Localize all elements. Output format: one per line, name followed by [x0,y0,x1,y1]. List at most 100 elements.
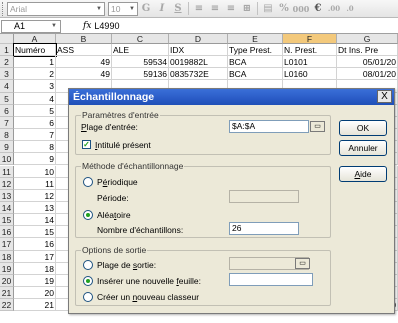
input-range-field[interactable]: $A:$A [229,120,309,133]
align-center-icon[interactable]: ≡ [207,3,223,14]
row-header[interactable]: 15 [0,214,14,227]
table-cell[interactable]: 18 [14,262,56,275]
dialog-title-bar[interactable]: Échantillonnage X [69,89,394,105]
thousands-button[interactable]: 000 [292,4,310,14]
bold-button[interactable]: G [138,3,154,14]
table-cell[interactable]: 4 [14,92,56,105]
ok-button[interactable]: OK [339,120,387,136]
period-field[interactable] [229,190,299,203]
column-header[interactable]: E [228,34,283,44]
table-cell[interactable]: 11 [14,177,56,190]
table-cell[interactable]: 2 [14,68,56,81]
row-header[interactable]: 14 [0,201,14,215]
table-cell[interactable]: 21 [14,299,56,312]
select-all-corner[interactable] [0,34,14,44]
table-cell[interactable]: 49 [56,56,112,69]
row-header[interactable]: 21 [0,287,14,300]
table-cell[interactable]: 16 [14,238,56,251]
table-cell[interactable]: 12 [14,189,56,202]
table-cell[interactable]: N. Prest. [283,44,337,57]
currency-icon[interactable]: ▤ [260,3,276,14]
column-header[interactable]: G [337,34,398,44]
row-header[interactable]: 3 [0,68,14,81]
output-range-radio[interactable] [83,260,93,270]
font-name-select[interactable]: Arial ▼ [7,1,105,16]
row-header[interactable]: 17 [0,238,14,251]
labels-checkbox[interactable]: ✓ [82,140,91,149]
collapse-dialog-icon[interactable]: ▭ [295,258,310,269]
table-cell[interactable]: Dt Ins. Pre [337,44,398,57]
table-cell[interactable]: BCA [228,68,283,81]
table-cell[interactable]: 20 [14,287,56,300]
table-cell[interactable]: Type Prest. [228,44,283,57]
help-button[interactable]: Aide [339,166,387,182]
table-cell[interactable]: 0835732E [169,68,228,81]
decrease-decimal-icon[interactable]: .0 [342,4,358,13]
table-cell[interactable]: 13 [14,201,56,215]
table-cell[interactable]: L0160 [283,68,337,81]
table-cell[interactable]: 17 [14,250,56,263]
formula-value[interactable]: L4990 [94,21,119,31]
table-cell[interactable]: IDX [169,44,228,57]
increase-decimal-icon[interactable]: .00 [326,4,342,13]
column-header[interactable]: F [283,34,337,44]
table-cell[interactable]: 49 [56,68,112,81]
align-right-icon[interactable]: ≡ [223,3,239,14]
column-header[interactable]: A [14,34,56,44]
fx-icon[interactable]: fx [83,21,91,31]
row-header[interactable]: 5 [0,92,14,105]
row-header[interactable]: 2 [0,56,14,69]
row-header[interactable]: 13 [0,189,14,202]
table-cell[interactable]: 9 [14,153,56,166]
row-header[interactable]: 10 [0,153,14,166]
italic-button[interactable]: I [154,3,170,14]
table-cell[interactable]: ASS [56,44,112,57]
name-box[interactable]: A1 ▼ [1,19,61,33]
table-cell[interactable]: 14 [14,214,56,227]
column-header[interactable]: B [56,34,112,44]
table-cell[interactable]: 59136 [112,68,169,81]
table-cell[interactable]: 1 [14,56,56,69]
table-cell[interactable]: ALE [112,44,169,57]
new-sheet-radio[interactable] [83,276,93,286]
row-header[interactable]: 8 [0,129,14,142]
table-cell[interactable]: 59534 [112,56,169,69]
table-cell[interactable]: 8 [14,141,56,154]
table-cell[interactable]: 19 [14,274,56,287]
table-cell[interactable]: BCA [228,56,283,69]
table-cell[interactable]: L0101 [283,56,337,69]
table-cell[interactable]: 08/01/20 [337,68,398,81]
table-cell[interactable]: 6 [14,116,56,130]
row-header[interactable]: 7 [0,116,14,130]
row-header[interactable]: 6 [0,104,14,117]
table-cell[interactable]: Numéro [13,42,57,58]
row-header[interactable]: 12 [0,177,14,190]
table-cell[interactable]: 05/01/20 [337,56,398,69]
row-header[interactable]: 11 [0,165,14,178]
toolbar-grip[interactable] [2,1,5,16]
sample-count-field[interactable]: 26 [229,222,299,235]
new-workbook-radio[interactable] [83,292,93,302]
font-size-select[interactable]: 10 ▼ [108,1,138,16]
table-cell[interactable]: 7 [14,129,56,142]
table-cell[interactable]: 3 [14,80,56,93]
close-icon[interactable]: X [377,90,392,103]
column-header[interactable]: D [169,34,228,44]
new-sheet-name-field[interactable] [229,273,313,286]
row-header[interactable]: 9 [0,141,14,154]
row-header[interactable]: 22 [0,299,14,312]
underline-button[interactable]: S [170,3,186,14]
table-cell[interactable]: 5 [14,104,56,117]
row-header[interactable]: 4 [0,80,14,93]
column-header[interactable]: C [112,34,169,44]
row-header[interactable]: 16 [0,226,14,239]
table-cell[interactable]: 10 [14,165,56,178]
merge-center-icon[interactable]: ⊞ [239,3,255,14]
row-header[interactable]: 19 [0,262,14,275]
align-left-icon[interactable]: ≡ [191,3,207,14]
percent-button[interactable]: % [276,3,292,14]
collapse-dialog-icon[interactable]: ▭ [310,121,325,132]
random-radio[interactable] [83,210,93,220]
cancel-button[interactable]: Annuler [339,140,387,156]
row-header[interactable]: 20 [0,274,14,287]
